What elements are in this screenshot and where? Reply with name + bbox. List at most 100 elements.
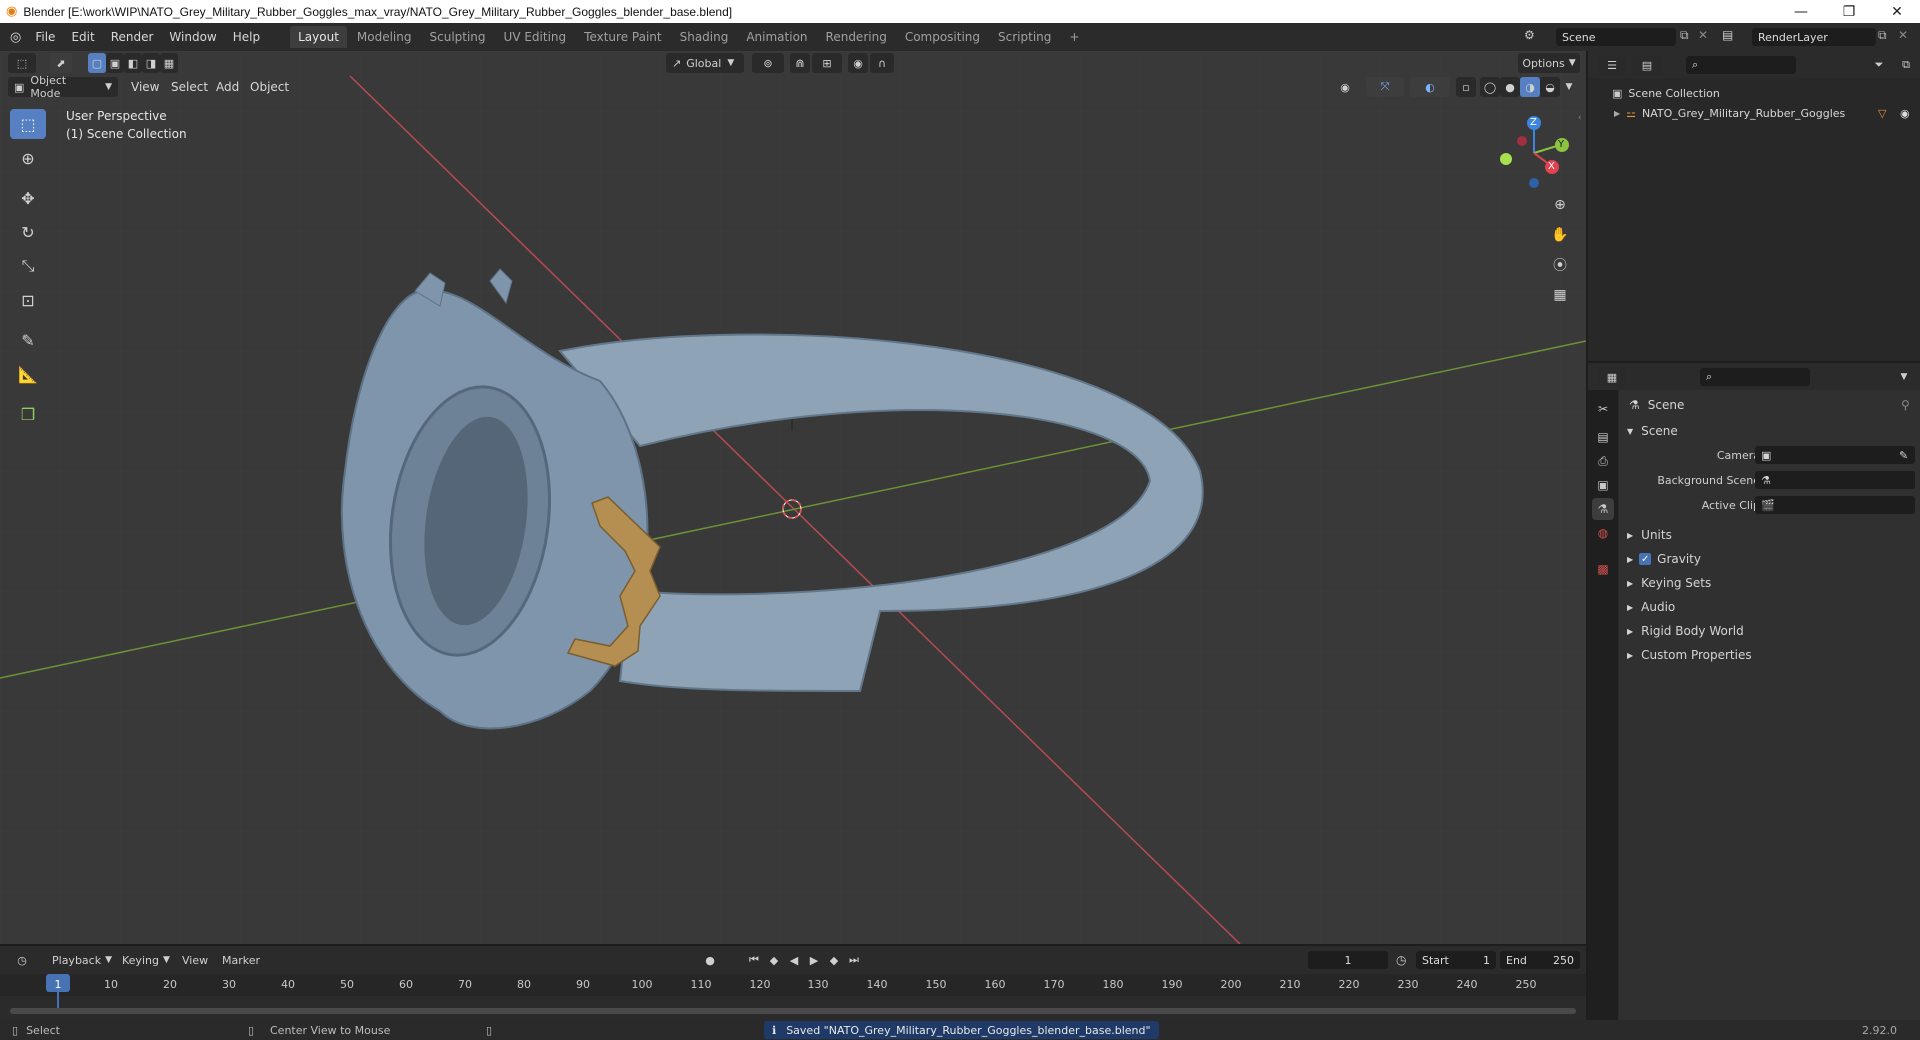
properties-search-input[interactable]: ⌕: [1700, 368, 1810, 386]
shading-options-dropdown[interactable]: ▼: [1560, 77, 1578, 97]
outliner-filter-dropdown[interactable]: ⏷: [1864, 55, 1894, 75]
jump-to-end-button[interactable]: ⏭: [844, 950, 864, 970]
blender-menu-icon[interactable]: ◎: [10, 30, 21, 45]
tool-scale[interactable]: ⤡: [10, 251, 46, 281]
outliner-row-object[interactable]: ▶ ⚍ NATO_Grey_Military_Rubber_Goggles ▽ …: [1588, 103, 1920, 123]
subpanel-custom-properties[interactable]: ▶ Custom Properties: [1619, 644, 1920, 666]
maximize-button[interactable]: ❐: [1826, 0, 1872, 23]
jump-next-keyframe-button[interactable]: ◆: [824, 950, 844, 970]
outliner-display-mode[interactable]: ▤: [1632, 55, 1662, 75]
tool-cursor[interactable]: ⊕: [10, 143, 46, 173]
scene-selector-icon[interactable]: ⚙: [1524, 28, 1535, 42]
timeline-menu-marker[interactable]: Marker: [216, 950, 266, 970]
gravity-checkbox[interactable]: ✓: [1639, 553, 1652, 565]
workspace-tab-texture-paint[interactable]: Texture Paint: [576, 26, 669, 48]
shading-solid[interactable]: ●: [1500, 77, 1520, 97]
menu-file[interactable]: File: [27, 26, 63, 48]
tab-view-layer[interactable]: ▣: [1592, 474, 1614, 496]
tab-output[interactable]: ⎙: [1592, 450, 1614, 472]
workspace-tab-shading[interactable]: Shading: [672, 26, 737, 48]
workspace-tab-layout[interactable]: Layout: [290, 26, 347, 48]
ortho-toggle-button[interactable]: ▦: [1546, 281, 1574, 309]
tab-texture[interactable]: ▩: [1592, 558, 1614, 580]
shading-material[interactable]: ◑: [1520, 77, 1540, 97]
select-tool-button[interactable]: ⬈: [50, 53, 72, 73]
current-frame-field[interactable]: 1: [1308, 951, 1388, 969]
subpanel-units[interactable]: ▶ Units: [1619, 524, 1920, 546]
menu-edit[interactable]: Edit: [63, 26, 102, 48]
camera-field[interactable]: ▣ ✎: [1755, 446, 1915, 464]
gizmo-toggle[interactable]: ⤧: [1366, 77, 1404, 97]
xray-toggle[interactable]: ▫: [1456, 77, 1476, 97]
pan-view-button[interactable]: ✋: [1546, 221, 1574, 249]
outliner-search-input[interactable]: ⌕: [1686, 56, 1796, 74]
workspace-tab-compositing[interactable]: Compositing: [897, 26, 988, 48]
overlay-toggle[interactable]: ◐: [1410, 77, 1450, 97]
new-scene-icon[interactable]: ⧉: [1680, 28, 1689, 43]
subpanel-gravity[interactable]: ▶ ✓ Gravity: [1619, 548, 1920, 570]
menu-render[interactable]: Render: [103, 26, 162, 48]
delete-view-layer-icon[interactable]: ✕: [1898, 28, 1908, 42]
panel-scene-header[interactable]: ▼ Scene: [1619, 420, 1920, 442]
minimize-button[interactable]: —: [1778, 0, 1824, 23]
jump-to-start-button[interactable]: ⏮: [744, 950, 764, 970]
proportional-edit-toggle[interactable]: ◉: [848, 53, 868, 73]
menu-window[interactable]: Window: [161, 26, 224, 48]
tab-tool[interactable]: ✂: [1592, 398, 1614, 420]
menu-help[interactable]: Help: [225, 26, 268, 48]
pivot-point-dropdown[interactable]: ⊚: [752, 53, 784, 73]
workspace-tab-uv-editing[interactable]: UV Editing: [496, 26, 575, 48]
tool-rotate[interactable]: ↻: [10, 217, 46, 247]
editor-type-button[interactable]: ⬚: [8, 53, 36, 73]
delete-scene-icon[interactable]: ✕: [1698, 28, 1708, 42]
shading-wireframe[interactable]: ◯: [1480, 77, 1500, 97]
timeline-menu-playback[interactable]: Playback ▼: [46, 950, 118, 970]
active-clip-field[interactable]: 🎬: [1755, 496, 1915, 514]
outliner-row-scene-collection[interactable]: ▣ Scene Collection: [1588, 83, 1920, 103]
workspace-tab-rendering[interactable]: Rendering: [818, 26, 895, 48]
select-mode-invert[interactable]: ◨: [142, 53, 160, 73]
zoom-view-button[interactable]: ⊕: [1546, 191, 1574, 219]
preview-range-clock-icon[interactable]: ◷: [1396, 953, 1406, 967]
outliner-editor-type[interactable]: ☰: [1598, 55, 1626, 75]
tool-move[interactable]: ✥: [10, 183, 46, 213]
properties-editor-type[interactable]: ▦: [1598, 367, 1626, 387]
workspace-tab-animation[interactable]: Animation: [738, 26, 815, 48]
eyedropper-icon[interactable]: ✎: [1899, 449, 1908, 462]
viewport-menu-select[interactable]: Select: [171, 80, 208, 94]
scene-name-field[interactable]: Scene: [1556, 28, 1676, 46]
viewport-scene[interactable]: [0, 51, 1586, 944]
new-collection-button[interactable]: ⧉: [1896, 55, 1916, 75]
proportional-falloff-dropdown[interactable]: ∩: [870, 53, 894, 73]
3d-viewport[interactable]: ⬚ ⬈ ▢ ▣ ◧ ◨ ▦ ↗ Global ▼ ⊚ ⋒ ⊞ ◉ ∩ Optio…: [0, 51, 1586, 944]
start-frame-field[interactable]: Start 1: [1416, 951, 1496, 969]
expand-arrow-icon[interactable]: ▶: [1614, 109, 1620, 118]
select-mode-extend[interactable]: ▣: [106, 53, 124, 73]
visibility-dropdown[interactable]: ◉: [1330, 77, 1360, 97]
subpanel-audio[interactable]: ▶ Audio: [1619, 596, 1920, 618]
viewport-sidebar-toggle[interactable]: ‹: [1578, 113, 1586, 129]
workspace-tab-sculpting[interactable]: Sculpting: [422, 26, 494, 48]
subpanel-keying-sets[interactable]: ▶ Keying Sets: [1619, 572, 1920, 594]
new-view-layer-icon[interactable]: ⧉: [1878, 28, 1887, 43]
end-frame-field[interactable]: End 250: [1500, 951, 1580, 969]
tool-measure[interactable]: 📐: [10, 359, 46, 389]
add-workspace-button[interactable]: +: [1061, 26, 1087, 48]
tab-scene[interactable]: ⚗: [1592, 498, 1614, 520]
timeline-editor-type[interactable]: ◷: [8, 950, 36, 970]
timeline-scrollbar[interactable]: [10, 1008, 1576, 1014]
transform-orientation-dropdown[interactable]: ↗ Global ▼: [666, 53, 744, 73]
snap-target-dropdown[interactable]: ⊞: [812, 53, 842, 73]
visibility-eye-icon[interactable]: ◉: [1900, 107, 1910, 120]
select-mode-new[interactable]: ▢: [88, 53, 106, 73]
options-dropdown[interactable]: Options ▼: [1518, 53, 1580, 73]
timeline-menu-view[interactable]: View: [176, 950, 214, 970]
workspace-tab-scripting[interactable]: Scripting: [990, 26, 1059, 48]
object-mode-dropdown[interactable]: ▣ Object Mode ▼: [8, 74, 118, 100]
subpanel-rigid-body-world[interactable]: ▶ Rigid Body World: [1619, 620, 1920, 642]
close-button[interactable]: ✕: [1874, 0, 1920, 23]
tool-add-cube[interactable]: ❒: [10, 399, 46, 429]
tool-annotate[interactable]: ✎: [10, 325, 46, 355]
tab-render[interactable]: ▤: [1592, 426, 1614, 448]
camera-view-button[interactable]: ⦿: [1546, 251, 1574, 279]
